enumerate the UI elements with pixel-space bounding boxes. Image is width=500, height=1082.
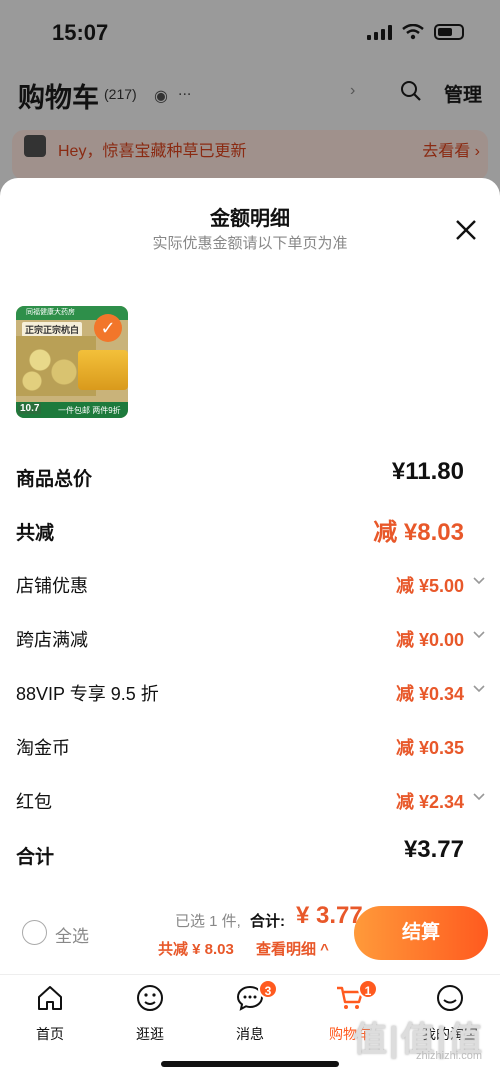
view-detail-link[interactable]: 查看明细 ^ [256,938,329,959]
tab-home-label: 首页 [36,1026,64,1042]
notice-link-label: 去看看 [422,143,471,160]
amount-row-label: 店铺优惠 [16,576,88,596]
arrow-right-icon[interactable]: › [350,82,355,100]
thumb-headline: 正宗正宗杭白 [22,322,83,337]
tab-home[interactable]: 首页 [10,983,90,1043]
tab-messages[interactable]: 消息 3 [210,979,290,1043]
amount-rows: 商品总价 ¥11.80 共减 减 ¥8.03 店铺优惠 减 ¥5.00 跨店满减 减 ¥0.0… [16,458,486,892]
chevron-down-icon[interactable] [472,628,486,642]
notice-avatar [24,135,46,157]
total-value: ¥ 3.77 [296,902,363,929]
cart-header: 购物车 (217) ◉ ... › 管理 [18,76,488,116]
discount-summary: 共减 ¥ 8.03 [158,941,234,958]
chevron-down-icon[interactable] [472,790,486,804]
home-icon [38,986,62,1010]
amount-row-label: 淘金币 [16,738,70,758]
sheet-title: 金额明细 [210,208,290,230]
amount-row-value: 减 ¥0.35 [395,738,464,758]
product-thumbnail[interactable]: 同福健康大药房 正宗正宗杭白 10.7 一件包邮 两件9折 ✓ [16,306,128,418]
jar-image [78,350,128,390]
amount-row: 共减 减 ¥8.03 [16,514,486,568]
eye-dots: ... [178,82,192,99]
cart-count: (217) [104,86,137,102]
eye-icon[interactable]: ◉ [154,86,168,106]
amount-row-label: 共减 [16,523,55,544]
amount-row[interactable]: 红包 减 ¥2.34 [16,784,486,838]
thumb-top-label: 同福健康大药房 [26,309,75,316]
watermark-url: zhizhizhi.com [415,1050,482,1062]
amount-row-value: ¥3.77 [403,836,464,863]
amount-row: 合计 ¥3.77 [16,836,486,892]
background-page: 15:07 购物车 (217) ◉ ... › 管理 Hey，惊喜宝藏种草已更新… [0,0,500,200]
select-all-radio[interactable] [22,920,47,945]
signal-icon [367,24,392,40]
amount-row-label: 红包 [16,792,52,812]
status-time: 15:07 [52,20,109,45]
checkout-button[interactable]: 结算 [354,906,488,960]
amount-row: 淘金币 减 ¥0.35 [16,730,486,784]
notice-text: Hey，惊喜宝藏种草已更新 [58,143,247,160]
watermark: 值|值|值 zhizhizhi.com [350,1008,492,1068]
search-icon[interactable] [400,80,422,102]
status-bar: 15:07 [0,18,500,48]
close-icon[interactable] [454,218,478,242]
amount-row-label: 88VIP 专享 9.5 折 [16,684,159,704]
checkout-bar: 全选 已选 1 件, 合计: ¥ 3.77 共减 ¥ 8.03 查看明细 ^ 结… [0,892,500,974]
thumb-price: 10.7 [18,403,42,414]
tab-browse[interactable]: 逛逛 [110,983,190,1043]
chevron-down-icon[interactable] [472,682,486,696]
amount-row-label: 合计 [16,847,55,868]
amount-detail-sheet: 金额明细 实际优惠金额请以下单页为准 同福健康大药房 正宗正宗杭白 10.7 一… [0,178,500,908]
tab-messages-label: 消息 [236,1026,264,1042]
amount-row-value: ¥11.80 [391,458,464,485]
amount-row-label: 跨店满减 [16,630,88,650]
amount-row-value: 减 ¥8.03 [373,519,464,546]
amount-row-label: 商品总价 [16,469,93,490]
checkmark-icon[interactable]: ✓ [94,314,122,342]
amount-row-value: 减 ¥5.00 [395,576,464,596]
amount-row: 商品总价 ¥11.80 [16,458,486,514]
tab-browse-label: 逛逛 [136,1026,164,1042]
page-title: 购物车 [18,83,99,113]
amount-row-value: 减 ¥0.34 [395,684,464,704]
amount-row[interactable]: 店铺优惠 减 ¥5.00 [16,568,486,622]
manage-button[interactable]: 管理 [444,80,482,107]
sheet-subtitle: 实际优惠金额请以下单页为准 [152,235,348,252]
notice-link[interactable]: 去看看 › [422,137,480,161]
amount-row[interactable]: 88VIP 专享 9.5 折 减 ¥0.34 [16,676,486,730]
chevron-down-icon[interactable] [472,574,486,588]
message-badge: 3 [258,979,278,999]
selected-count: 已选 1 件, [175,913,241,930]
notice-bar[interactable]: Hey，惊喜宝藏种草已更新 去看看 › [12,130,488,180]
total-label: 合计: [250,913,285,930]
browse-icon [137,985,163,1011]
battery-icon [434,24,464,40]
wifi-icon [402,24,424,40]
amount-row[interactable]: 跨店满减 减 ¥0.00 [16,622,486,676]
cart-badge: 1 [358,979,378,999]
status-icons [367,24,464,40]
thumb-promo: 一件包邮 两件9折 [58,406,121,415]
home-indicator [161,1061,339,1067]
amount-row-value: 减 ¥2.34 [395,792,464,812]
select-all-label[interactable]: 全选 [55,922,89,947]
amount-row-value: 减 ¥0.00 [395,630,464,650]
